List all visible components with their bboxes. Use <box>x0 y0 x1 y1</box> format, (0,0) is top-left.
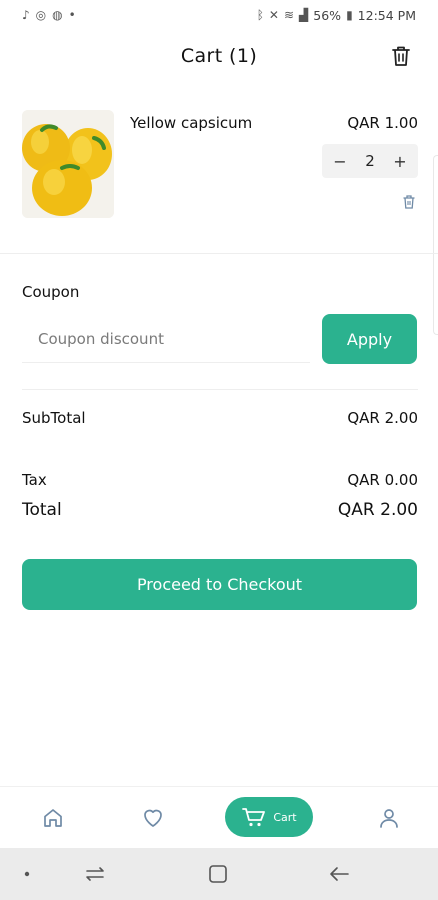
quantity-value: 2 <box>365 152 375 170</box>
home-system-button[interactable] <box>205 861 231 887</box>
page-title: Cart (1) <box>180 45 258 67</box>
system-nav-bar <box>0 848 438 900</box>
at-icon: ◎ <box>35 8 47 22</box>
back-arrow-icon <box>330 867 349 881</box>
cart-item: Yellow capsicum QAR 1.00 − 2 + <box>22 110 418 225</box>
status-left-icons: ♪ ◎ ◍ • <box>22 8 76 22</box>
bottom-nav: Cart <box>0 786 438 848</box>
header: Cart (1) <box>0 36 438 76</box>
bluetooth-icon: ᛒ <box>256 8 264 22</box>
cart-icon <box>242 808 266 827</box>
subtotal-value: QAR 2.00 <box>347 409 418 427</box>
wifi-icon: ≋ <box>283 8 295 22</box>
nav-profile[interactable] <box>374 799 404 837</box>
nav-favorites[interactable] <box>138 799 168 837</box>
product-price: QAR 1.00 <box>347 114 418 132</box>
back-button[interactable] <box>327 861 353 887</box>
clear-cart-trash-icon[interactable] <box>390 44 412 68</box>
coupon-input[interactable] <box>22 315 310 363</box>
nav-cart-label: Cart <box>273 810 297 824</box>
increase-quantity-button[interactable]: + <box>390 152 410 171</box>
globe-icon: ◍ <box>52 8 63 22</box>
dot-icon <box>24 871 30 877</box>
remove-item-trash-icon[interactable] <box>402 194 416 210</box>
status-bar: ♪ ◎ ◍ • ᛒ ✕ ≋ ▟ 56% ▮ 12:54 PM <box>0 0 438 30</box>
divider <box>22 389 418 390</box>
divider <box>0 253 438 254</box>
battery-icon: ▮ <box>346 8 353 22</box>
tax-value: QAR 0.00 <box>347 471 418 489</box>
music-note-icon: ♪ <box>22 8 30 22</box>
yellow-capsicum-image <box>22 110 114 218</box>
nav-cart[interactable]: Cart <box>225 797 313 837</box>
nav-home[interactable] <box>38 799 68 837</box>
recent-apps-icon <box>86 867 104 881</box>
status-right: ᛒ ✕ ≋ ▟ 56% ▮ 12:54 PM <box>257 8 416 23</box>
tax-row: Tax QAR 0.00 <box>22 471 418 489</box>
total-value: QAR 2.00 <box>337 500 418 520</box>
total-row: Total QAR 2.00 <box>22 500 418 520</box>
clock: 12:54 PM <box>357 7 416 23</box>
tax-label: Tax <box>22 471 47 489</box>
battery-percent: 56% <box>313 7 342 23</box>
proceed-to-checkout-button[interactable]: Proceed to Checkout <box>22 559 417 610</box>
signal-icon: ▟ <box>299 8 309 22</box>
quantity-stepper: − 2 + <box>322 144 418 178</box>
coupon-label: Coupon <box>22 283 80 301</box>
user-icon <box>380 809 398 828</box>
product-name: Yellow capsicum <box>130 114 253 132</box>
total-label: Total <box>22 500 62 520</box>
product-image[interactable] <box>22 110 114 218</box>
home-icon <box>44 809 62 827</box>
square-home-icon <box>209 865 227 883</box>
dot-icon: • <box>68 8 76 22</box>
apply-coupon-button[interactable]: Apply <box>322 314 417 364</box>
subtotal-row: SubTotal QAR 2.00 <box>22 409 418 427</box>
heart-icon <box>144 809 162 827</box>
scrollbar[interactable] <box>433 155 438 335</box>
decrease-quantity-button[interactable]: − <box>330 152 350 171</box>
subtotal-label: SubTotal <box>22 409 86 427</box>
mute-icon: ✕ <box>268 8 279 22</box>
system-dot-button[interactable] <box>14 861 40 887</box>
recent-apps-button[interactable] <box>82 861 108 887</box>
